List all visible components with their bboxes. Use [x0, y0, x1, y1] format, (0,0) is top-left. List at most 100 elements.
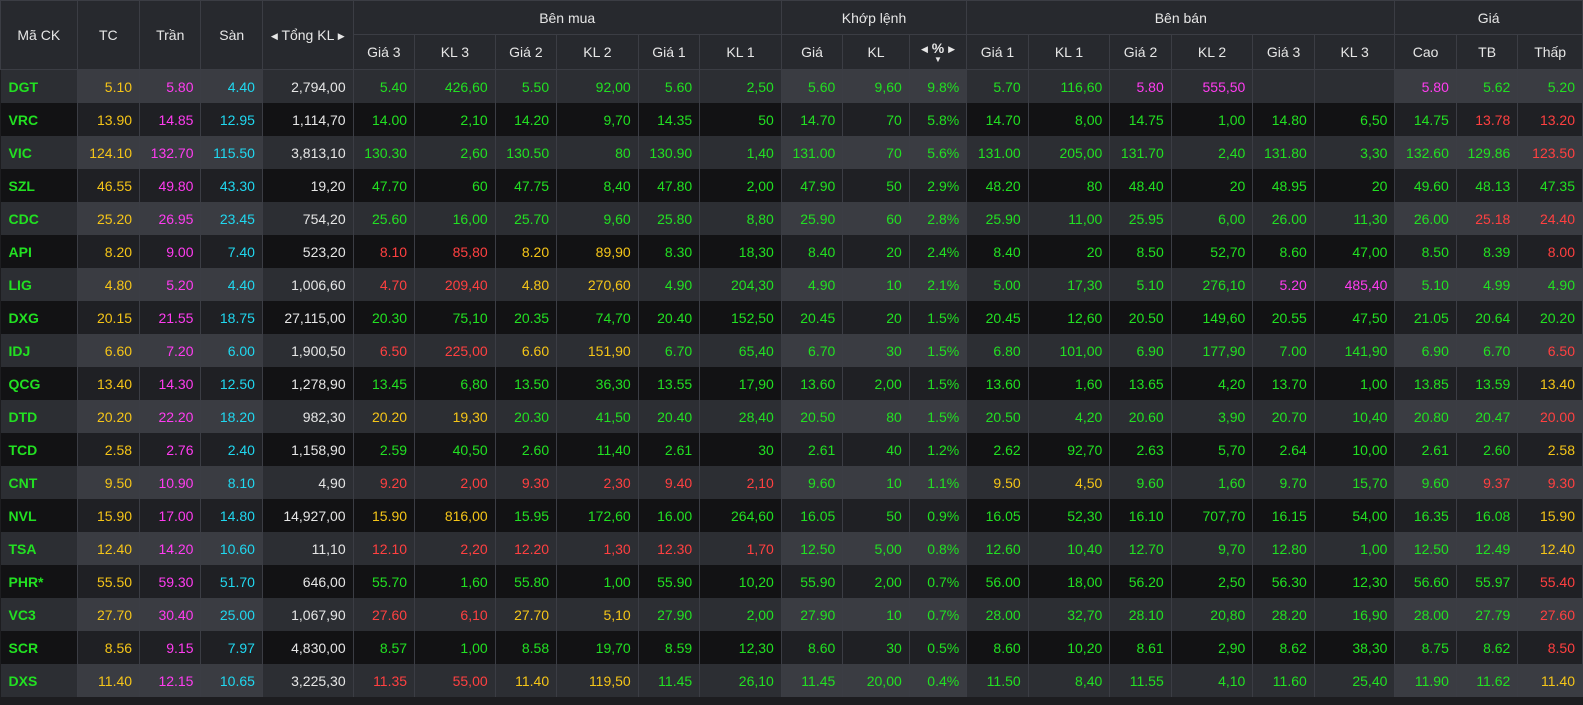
- cell-total-vol: 1,006,60: [262, 268, 354, 301]
- arrow-right-icon[interactable]: ▶: [338, 31, 345, 42]
- cell-sell-vol-3: 54,00: [1314, 499, 1396, 532]
- arrow-right-icon[interactable]: ▶: [948, 44, 955, 55]
- cell-sell-vol-1: 4,50: [1028, 466, 1111, 499]
- cell-match-vol: 60: [842, 202, 910, 235]
- table-row[interactable]: DTD 20.20 22.20 18.20 982,30 20.20 19,30 20.30 4…: [0, 400, 1583, 433]
- table-row[interactable]: TCD 2.58 2.76 2.40 1,158,90 2.59 40,50 2.60 11,4…: [0, 433, 1583, 466]
- col-sell-vol-3[interactable]: KL 3: [1313, 34, 1396, 70]
- cell-sell-price-3: 16.15: [1252, 499, 1315, 532]
- cell-buy-price-2: 55.80: [495, 565, 558, 598]
- col-avg[interactable]: TB: [1455, 34, 1519, 70]
- cell-symbol: DGT: [0, 69, 78, 103]
- col-ref[interactable]: TC: [76, 0, 141, 70]
- cell-match-price: 16.05: [781, 499, 844, 532]
- table-row[interactable]: PHR* 55.50 59.30 51.70 646,00 55.70 1,60 55.80 1…: [0, 565, 1583, 598]
- cell-sell-vol-1: 11,00: [1028, 202, 1111, 235]
- table-row[interactable]: DGT 5.10 5.80 4.40 2,794,00 5.40 426,60 5.50 92,…: [0, 69, 1583, 103]
- cell-floor: 8.10: [200, 466, 263, 499]
- table-row[interactable]: QCG 13.40 14.30 12.50 1,278,90 13.45 6,80 13.50…: [0, 367, 1583, 400]
- cell-sell-vol-1: 1,60: [1028, 367, 1111, 400]
- cell-buy-vol-3: 1,00: [414, 631, 496, 664]
- table-row[interactable]: DXS 11.40 12.15 10.65 3,225,30 11.35 55,00 11.4…: [0, 664, 1583, 697]
- col-match-price[interactable]: Giá: [780, 34, 844, 70]
- cell-buy-vol-3: 816,00: [414, 499, 496, 532]
- cell-sell-price-2: 56.20: [1109, 565, 1172, 598]
- cell-buy-vol-1: 26,10: [699, 664, 782, 697]
- cell-buy-vol-1: 28,40: [699, 400, 782, 433]
- cell-ref: 8.56: [77, 631, 141, 664]
- col-buy-price-2[interactable]: Giá 2: [494, 34, 558, 70]
- table-row[interactable]: VRC 13.90 14.85 12.95 1,114,70 14.00 2,10 14.20…: [0, 103, 1583, 136]
- cell-buy-price-2: 47.75: [495, 169, 558, 202]
- col-total-vol[interactable]: ◀ Tổng KL ▶: [261, 0, 354, 70]
- cell-sell-price-2: 8.50: [1109, 235, 1172, 268]
- cell-floor: 4.40: [200, 268, 263, 301]
- cell-sell-vol-3: 47,00: [1314, 235, 1396, 268]
- cell-sell-price-2: 25.95: [1109, 202, 1172, 235]
- col-sell-vol-1[interactable]: KL 1: [1027, 34, 1111, 70]
- col-ceil[interactable]: Trần: [139, 0, 202, 70]
- col-sell-price-3[interactable]: Giá 3: [1252, 34, 1315, 70]
- cell-avg: 5.62: [1456, 69, 1519, 103]
- col-low[interactable]: Thấp: [1517, 34, 1583, 70]
- cell-low: 12.40: [1517, 532, 1583, 565]
- table-row[interactable]: TSA 12.40 14.20 10.60 11,10 12.10 2,20 12.20 1,3…: [0, 532, 1583, 565]
- cell-sell-price-2: 16.10: [1109, 499, 1172, 532]
- cell-low: 15.90: [1517, 499, 1583, 532]
- table-row[interactable]: NVL 15.90 17.00 14.80 14,927,00 15.90 816,00 15…: [0, 499, 1583, 532]
- arrow-left-icon[interactable]: ◀: [921, 44, 928, 55]
- cell-sell-price-3: 14.80: [1252, 103, 1315, 136]
- table-row[interactable]: CNT 9.50 10.90 8.10 4,90 9.20 2,00 9.30 2,30 9.40…: [0, 466, 1583, 499]
- table-row[interactable]: VIC 124.10 132.70 115.50 3,813,10 130.30 2,60 1…: [0, 136, 1583, 169]
- cell-buy-price-1: 20.40: [638, 301, 701, 334]
- table-row[interactable]: DXG 20.15 21.55 18.75 27,115,00 20.30 75,10 20.…: [0, 301, 1583, 334]
- table-row[interactable]: SZL 46.55 49.80 43.30 19,20 47.70 60 47.75 8,40 4…: [0, 169, 1583, 202]
- col-match-vol[interactable]: KL: [842, 34, 910, 70]
- cell-low: 47.35: [1517, 169, 1583, 202]
- cell-sell-price-3: 7.00: [1252, 334, 1315, 367]
- col-buy-price-1[interactable]: Giá 1: [637, 34, 701, 70]
- table-row[interactable]: CDC 25.20 26.95 23.45 754,20 25.60 16,00 25.70 9…: [0, 202, 1583, 235]
- cell-floor: 10.65: [200, 664, 263, 697]
- cell-avg: 4.99: [1456, 268, 1519, 301]
- cell-buy-vol-1: 17,90: [699, 367, 782, 400]
- col-buy-price-3[interactable]: Giá 3: [352, 34, 416, 70]
- col-sell-price-1[interactable]: Giá 1: [966, 34, 1029, 70]
- cell-match-pct: 2.4%: [909, 235, 968, 268]
- cell-low: 55.40: [1517, 565, 1583, 598]
- cell-floor: 7.97: [200, 631, 263, 664]
- cell-ref: 55.50: [77, 565, 141, 598]
- col-floor[interactable]: Sàn: [200, 0, 263, 70]
- cell-floor: 6.00: [200, 334, 263, 367]
- cell-floor: 18.20: [200, 400, 263, 433]
- table-row[interactable]: LIG 4.80 5.20 4.40 1,006,60 4.70 209,40 4.80 270…: [0, 268, 1583, 301]
- table-row[interactable]: SCR 8.56 9.15 7.97 4,830,00 8.57 1,00 8.58 19,70…: [0, 631, 1583, 664]
- cell-sell-vol-1: 101,00: [1028, 334, 1111, 367]
- arrow-left-icon[interactable]: ◀: [271, 31, 278, 42]
- table-body: DGT 5.10 5.80 4.40 2,794,00 5.40 426,60 5.50 92,…: [0, 69, 1583, 697]
- cell-symbol: API: [0, 235, 78, 268]
- cell-symbol: TSA: [0, 532, 78, 565]
- cell-sell-vol-2: 1,00: [1171, 103, 1254, 136]
- col-sell-price-2[interactable]: Giá 2: [1109, 34, 1172, 70]
- cell-sell-vol-3: [1314, 69, 1396, 103]
- cell-total-vol: 4,830,00: [262, 631, 354, 664]
- col-buy-vol-1[interactable]: KL 1: [699, 34, 782, 70]
- cell-sell-price-1: 20.50: [966, 400, 1029, 433]
- table-row[interactable]: API 8.20 9.00 7.40 523,20 8.10 85,80 8.20 89,90 8…: [0, 235, 1583, 268]
- cell-symbol: VRC: [0, 103, 78, 136]
- col-high[interactable]: Cao: [1394, 34, 1457, 70]
- col-buy-vol-3[interactable]: KL 3: [414, 34, 496, 70]
- sort-desc-icon[interactable]: ▼: [910, 56, 965, 64]
- cell-high: 21.05: [1394, 301, 1457, 334]
- cell-buy-price-2: 27.70: [495, 598, 558, 631]
- cell-sell-price-1: 12.60: [966, 532, 1029, 565]
- table-row[interactable]: VC3 27.70 30.40 25.00 1,067,90 27.60 6,10 27.70…: [0, 598, 1583, 631]
- col-match-pct[interactable]: ◀ % ▶ ▼: [908, 34, 968, 70]
- col-sell-vol-2[interactable]: KL 2: [1170, 34, 1254, 70]
- col-symbol[interactable]: Mã CK: [0, 0, 78, 70]
- table-row[interactable]: IDJ 6.60 7.20 6.00 1,900,50 6.50 225,00 6.60 151…: [0, 334, 1583, 367]
- col-buy-vol-2[interactable]: KL 2: [556, 34, 639, 70]
- cell-sell-price-2: 5.80: [1109, 69, 1172, 103]
- cell-sell-vol-3: 6,50: [1314, 103, 1396, 136]
